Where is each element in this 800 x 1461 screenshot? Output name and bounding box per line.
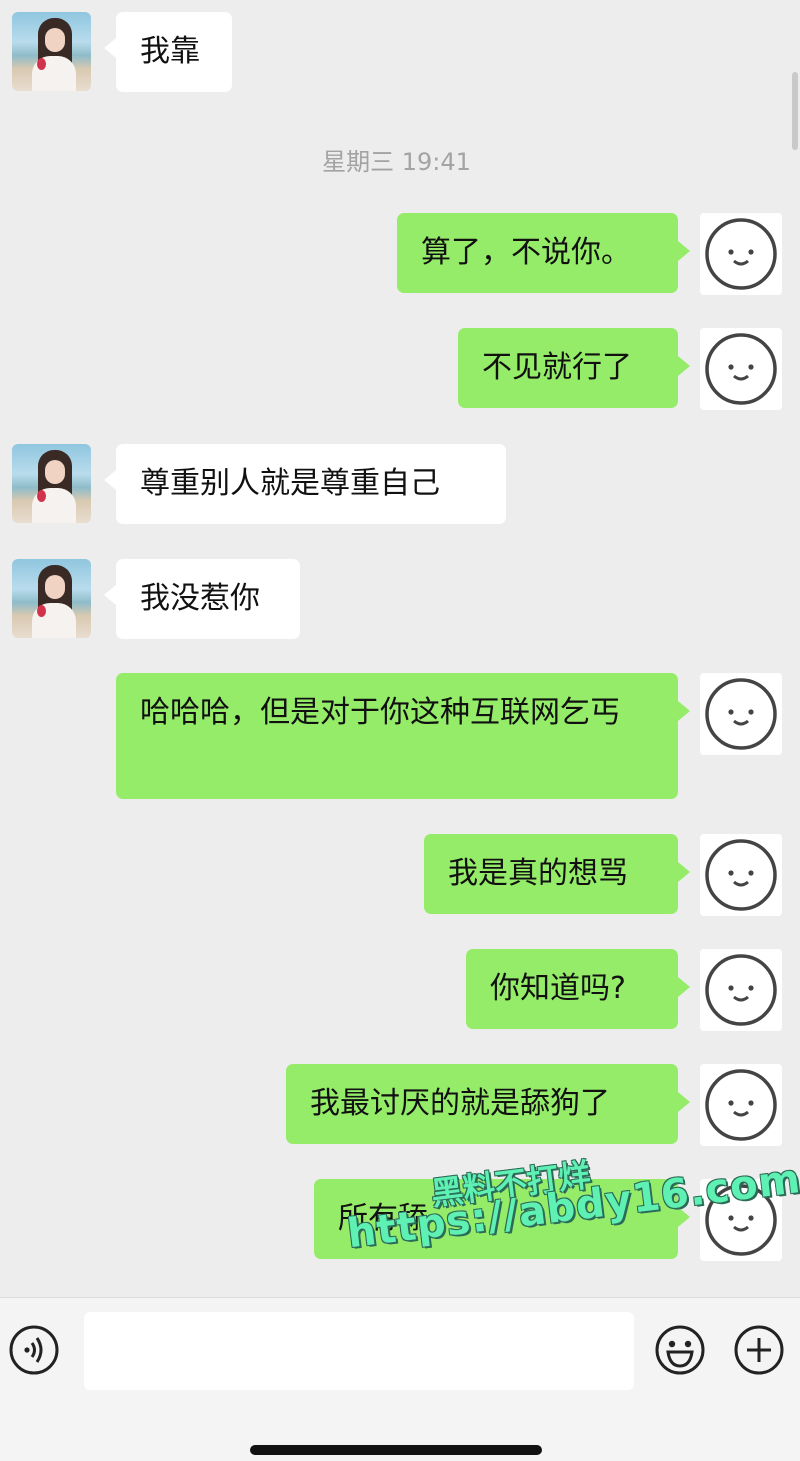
user-avatar[interactable] [700, 328, 782, 410]
message-text: 你知道吗? [490, 971, 626, 1006]
user-avatar[interactable] [700, 213, 782, 295]
message-bubble-sent[interactable]: 我最讨厌的就是舔狗了 [286, 1064, 690, 1144]
input-bar [0, 1297, 800, 1461]
smiley-face-icon [705, 218, 777, 290]
chat-area: 我靠 星期三 19:41 算了，不说你。 不见就行了 尊重别人就是尊重自己 我没… [0, 0, 800, 1295]
scrollbar[interactable] [792, 72, 798, 150]
user-avatar[interactable] [700, 949, 782, 1031]
message-bubble-sent[interactable]: 你知道吗? [466, 949, 690, 1029]
smiley-face-icon [705, 1069, 777, 1141]
message-text: 我最讨厌的就是舔狗了 [310, 1086, 610, 1121]
user-avatar[interactable] [700, 1179, 782, 1261]
message-text: 我靠 [140, 34, 200, 69]
contact-avatar[interactable] [12, 559, 91, 638]
message-bubble-received[interactable]: 我靠 [104, 12, 232, 92]
message-bubble-sent[interactable]: 算了，不说你。 [397, 213, 690, 293]
smiley-face-icon [705, 1184, 777, 1256]
message-bubble-received[interactable]: 我没惹你 [104, 559, 300, 639]
message-text: 哈哈哈，但是对于你这种互联网乞丐 [140, 695, 620, 730]
user-avatar[interactable] [700, 834, 782, 916]
smiley-face-icon [705, 839, 777, 911]
home-indicator [250, 1445, 542, 1455]
voice-icon[interactable] [8, 1324, 60, 1376]
message-text: 不见就行了 [482, 350, 632, 385]
emoji-icon[interactable] [654, 1324, 706, 1376]
message-text: 尊重别人就是尊重自己 [140, 466, 440, 501]
plus-icon[interactable] [733, 1324, 785, 1376]
contact-avatar[interactable] [12, 12, 91, 91]
message-bubble-sent[interactable]: 所有舔 [314, 1179, 690, 1259]
message-input[interactable] [84, 1312, 634, 1390]
user-avatar[interactable] [700, 1064, 782, 1146]
smiley-face-icon [705, 954, 777, 1026]
message-text: 我是真的想骂 [448, 856, 628, 891]
message-text: 算了，不说你。 [421, 235, 631, 270]
smiley-face-icon [705, 678, 777, 750]
message-bubble-received[interactable]: 尊重别人就是尊重自己 [104, 444, 506, 524]
message-text: 我没惹你 [140, 581, 260, 616]
timestamp: 星期三 19:41 [322, 148, 471, 176]
user-avatar[interactable] [700, 673, 782, 755]
contact-avatar[interactable] [12, 444, 91, 523]
smiley-face-icon [705, 333, 777, 405]
message-text: 所有舔 [338, 1201, 428, 1236]
message-bubble-sent[interactable]: 不见就行了 [458, 328, 690, 408]
message-bubble-sent[interactable]: 我是真的想骂 [424, 834, 690, 914]
message-bubble-sent[interactable]: 哈哈哈，但是对于你这种互联网乞丐 [116, 673, 690, 799]
